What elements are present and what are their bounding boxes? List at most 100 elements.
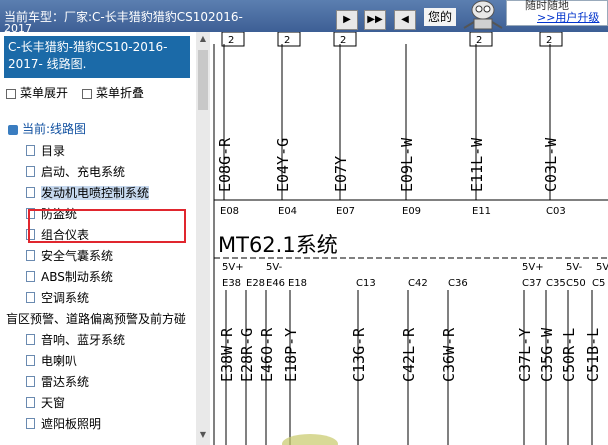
tree-item[interactable]: 音响、蓝牙系统 (26, 331, 125, 348)
wire-label: C13G-R (350, 327, 368, 382)
connector-pin-number: 2 (284, 35, 290, 46)
ecu-pin-label: E28 (246, 278, 265, 289)
document-icon (26, 145, 35, 156)
document-icon (26, 376, 35, 387)
connector-pin-number: 2 (340, 35, 346, 46)
document-icon (26, 397, 35, 408)
wire-label: E04Y-G (274, 138, 292, 192)
ecu-pin-label: C13 (356, 278, 376, 289)
computer-icon (8, 124, 18, 135)
power-label: 5V- (566, 262, 583, 273)
wire-label: E38W-R (218, 327, 236, 382)
last-page-button[interactable]: ▶▶ (364, 10, 386, 30)
power-labels: 5V+ 5V- 5V+ 5V- 5V (222, 262, 608, 273)
scroll-up-icon[interactable]: ▲ (198, 34, 208, 46)
ecu-pin-label: C35 (546, 278, 566, 289)
wire-label: E09L-W (398, 137, 416, 192)
upgrade-link[interactable]: >>用户升级 (537, 9, 599, 25)
document-icon (26, 418, 35, 429)
tree-item[interactable]: 启动、充电系统 (26, 163, 125, 180)
scroll-down-icon[interactable]: ▼ (198, 430, 208, 442)
ecu-pin-label: C37 (522, 278, 542, 289)
wire-label: C51B-L (584, 328, 602, 382)
connector-pin-number: 2 (546, 35, 552, 46)
system-title: MT62.1系统 (218, 233, 338, 257)
current-model-label: 当前车型：厂家:C-长丰猎豹猎豹CS102016- (4, 10, 243, 24)
tree-item[interactable]: 雷达系统 (26, 373, 89, 390)
tree-item-label: 天窗 (41, 396, 66, 410)
scroll-thumb[interactable] (198, 50, 208, 110)
tree-item-label: 启动、充电系统 (41, 165, 126, 179)
ecu-pin-label: C50 (566, 278, 586, 289)
tree-item-label: 发动机电喷控制系统 (41, 186, 150, 200)
tree-item-label: 电喇叭 (41, 354, 78, 368)
tree-item-label: ABS制动系统 (41, 270, 113, 284)
tree-item[interactable]: ABS制动系统 (26, 268, 113, 285)
ecu-pin-label: E18 (288, 278, 307, 289)
tree-item-label: 雷达系统 (41, 375, 90, 389)
greeting-text: 您的 (424, 8, 457, 26)
document-icon (26, 334, 35, 345)
menu-expand-button[interactable]: 菜单展开 (6, 84, 68, 101)
wire-label: E28R-G (238, 328, 256, 382)
prev-page-button[interactable]: ◀ (394, 10, 416, 30)
pin-label: E11 (472, 206, 491, 217)
wire-label: C03L-W (542, 137, 560, 192)
wiring-diagram: 2 2 2 2 2 E08G-R E08 E04Y-G E04 E07Y E07 E09L-W E09… (210, 32, 608, 445)
tree-item[interactable]: 电喇叭 (26, 352, 77, 369)
ecu-pin-label: C42 (408, 278, 428, 289)
tree-item-selected[interactable]: 发动机电喷控制系统 (26, 184, 150, 201)
document-icon (26, 250, 35, 261)
pin-label: E04 (278, 206, 297, 217)
pin-labels: E38 E28 E46 E18 C13 C42 C36 C37 C35 C50 C5 (222, 278, 605, 289)
tree-item[interactable]: 空调系统 (26, 289, 89, 306)
upgrade-box: 随时随地 >>用户升级 (506, 0, 608, 26)
current-model-label-cont: 2017 (4, 22, 32, 32)
tree-root-label: 当前:线路图 (22, 122, 87, 136)
power-label: 5V- (266, 262, 283, 273)
top-connectors: 2 2 2 2 2 (221, 32, 563, 47)
document-icon (26, 271, 35, 282)
tree-group-label: 盲区预警、道路偏离预警及前方碰 (6, 312, 187, 326)
menu-expand-label: 菜单展开 (20, 86, 69, 100)
tree-item[interactable]: 安全气囊系统 (26, 247, 113, 264)
tree-item[interactable]: 天窗 (26, 394, 65, 411)
document-icon (26, 292, 35, 303)
power-label: 5V+ (222, 262, 244, 273)
tree-root[interactable]: 当前:线路图 (8, 120, 86, 137)
ecu-pin-label: E38 (222, 278, 241, 289)
pin-label: E09 (402, 206, 421, 217)
wire-label: C37L-Y (516, 328, 534, 382)
menu-collapse-button[interactable]: 菜单折叠 (82, 84, 144, 101)
wire-label: E46O-R (258, 327, 276, 382)
tree-item-label: 空调系统 (41, 291, 90, 305)
highlight-box (28, 209, 186, 243)
document-title: C-长丰猎豹-猎豹CS10-2016-2017- 线路图. (4, 36, 190, 78)
wire-label: C42L-R (400, 327, 418, 382)
navigation-panel: C-长丰猎豹-猎豹CS10-2016-2017- 线路图. 菜单展开 菜单折叠 … (0, 32, 211, 445)
document-icon (26, 355, 35, 366)
pin-label: E08 (220, 206, 239, 217)
tree-item-label: 遮阳板照明 (41, 417, 102, 431)
connector-pin-number: 2 (228, 35, 234, 46)
tree-item[interactable]: 目录 (26, 142, 65, 159)
wire-label: E11L-W (468, 137, 486, 192)
wire-label: E07Y (332, 156, 350, 192)
tree-item-label: 音响、蓝牙系统 (41, 333, 126, 347)
tree-item[interactable]: 遮阳板照明 (26, 415, 101, 432)
wire-label: C50R-L (560, 328, 578, 382)
connector-pin-number: 2 (476, 35, 482, 46)
wiring-diagram-svg: 2 2 2 2 2 E08G-R E08 E04Y-G E04 E07Y E07 E09L-W E09… (213, 32, 608, 445)
expand-icon (6, 88, 16, 99)
wire-label: C36W-R (440, 327, 458, 382)
tree-group[interactable]: 盲区预警、道路偏离预警及前方碰 (6, 310, 186, 327)
vertical-scrollbar[interactable]: ▲ ▼ (196, 32, 210, 445)
document-icon (26, 187, 35, 198)
menu-collapse-label: 菜单折叠 (96, 86, 145, 100)
document-icon (26, 166, 35, 177)
next-page-button[interactable]: ▶ (336, 10, 358, 30)
power-label: 5V+ (522, 262, 544, 273)
mascot-icon (463, 0, 503, 30)
pin-label: C03 (546, 206, 566, 217)
power-label: 5V (596, 262, 608, 273)
